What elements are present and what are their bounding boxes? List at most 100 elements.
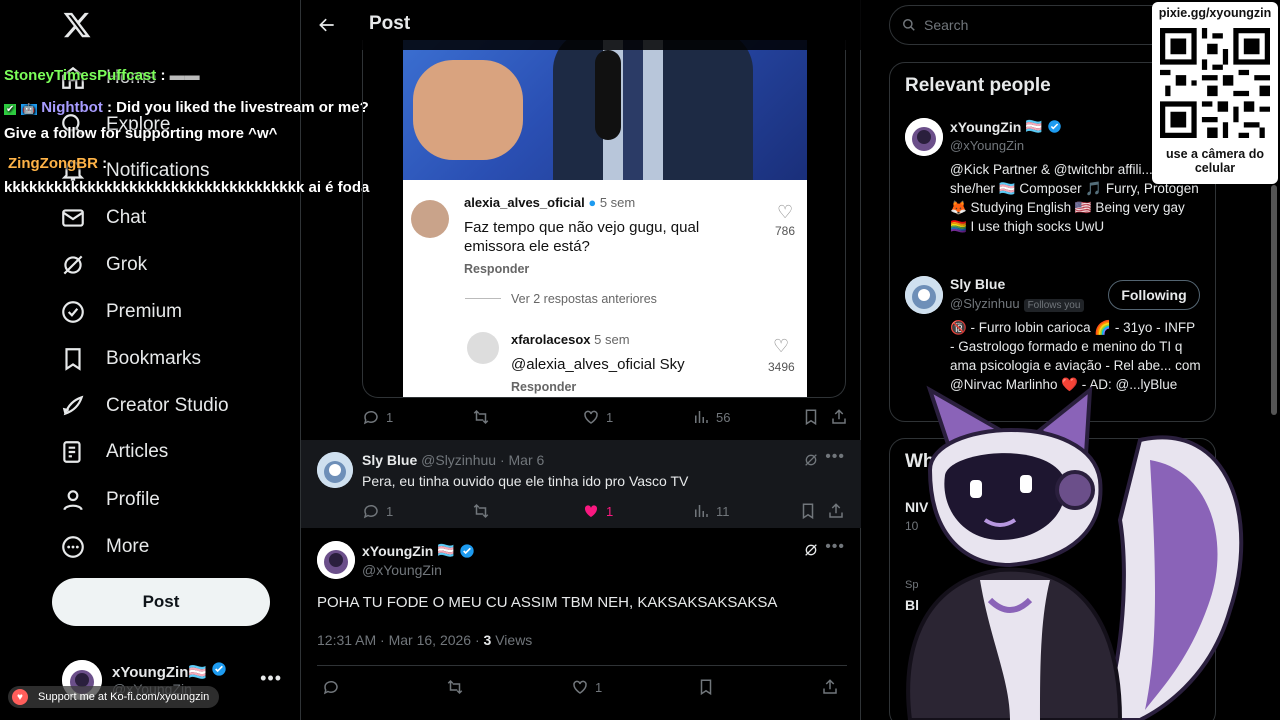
nav-premium[interactable]: Premium [60,292,182,332]
author-name[interactable]: Sly Blue [362,452,417,468]
search-icon [903,19,915,31]
views-button[interactable]: 56 [692,408,730,426]
nav-grok[interactable]: Grok [60,245,147,285]
heart-icon: ♡ [777,202,794,222]
bookmark-button[interactable] [802,408,820,426]
nav-profile[interactable]: Profile [60,480,160,520]
heart-icon: ♡ [773,336,790,356]
reply-button[interactable]: 1 [362,408,393,426]
nav-label: Chat [106,207,147,228]
scrollbar[interactable] [1271,185,1277,415]
repost-button[interactable] [446,678,464,696]
avatar[interactable] [317,452,353,488]
comment-avatar [467,332,499,364]
post-date[interactable]: · Mar 6 [500,452,544,468]
repost-button[interactable] [472,408,490,426]
chat-user: ZingZongBR [8,155,98,172]
grok-icon[interactable] [803,542,819,558]
bookmark-icon [805,409,817,426]
share-icon [832,409,846,424]
person-icon [63,490,83,511]
share-button[interactable] [830,408,848,426]
reply-button[interactable] [322,678,340,696]
post-actions: 1 1 56 [362,408,846,430]
nav-label: Bookmarks [106,348,202,369]
heart-icon [573,680,587,694]
avatar[interactable] [905,276,943,314]
chat-user: StoneyTimesPuffcast [4,67,157,84]
nav-creator-studio[interactable]: Creator Studio [60,386,229,426]
nav-articles[interactable]: Articles [60,432,168,472]
see-more-replies: Ver 2 respostas anteriores [511,292,657,306]
person-name[interactable]: xYoungZin 🏳️‍⚧️ [950,118,1062,135]
like-button[interactable]: 1 [582,502,613,520]
comment-reply-link: Responder [511,380,577,394]
heart-icon [584,410,598,424]
share-button[interactable] [827,502,845,520]
person-name[interactable]: Sly Blue [950,276,1005,292]
comment-reply-link: Responder [464,262,530,276]
grok-icon[interactable] [803,452,819,468]
bookmark-icon [802,503,814,520]
nav-more[interactable]: More [60,527,149,567]
reply-button[interactable]: 1 [362,502,393,520]
views-button[interactable]: 11 [692,502,730,520]
post-media-frame[interactable]: alexia_alves_oficial ● 5 sem Faz tempo q… [362,40,846,398]
post-media-image[interactable]: alexia_alves_oficial ● 5 sem Faz tempo q… [403,40,807,397]
reply-icon [323,680,338,695]
nav-label: Grok [106,254,148,275]
author-handle: @Slyzinhuu [421,452,497,468]
views-chart-icon [695,505,708,517]
verified-badge-icon [212,662,226,676]
share-icon [829,503,843,518]
post-actions: 1 [301,678,861,702]
nav-bookmarks[interactable]: Bookmarks [60,339,201,379]
avatar[interactable] [317,541,355,579]
bookmark-button[interactable] [697,678,715,696]
qr-overlay: pixie.gg/xyoungzin use a câmera do celul… [1152,2,1278,184]
heart-filled-icon [584,505,598,517]
verified-badge-icon [1047,120,1061,133]
qr-code-icon [1160,28,1270,138]
more-dots-icon[interactable]: ••• [825,538,845,556]
qr-url: pixie.gg/xyoungzin [1158,6,1272,20]
kofi-heart-icon: ♥ [12,689,28,705]
like-button[interactable]: 1 [571,678,602,696]
more-dots-icon[interactable]: ••• [260,668,282,689]
like-button[interactable]: 1 [582,408,613,426]
author-name[interactable]: xYoungZin 🏳️‍⚧️ [362,542,475,559]
views-chart-icon [695,411,708,423]
nav-label: More [106,536,150,557]
nav-chat[interactable]: Chat [60,198,146,238]
repost-button[interactable] [472,502,490,520]
follows-you-badge: Follows you [1023,299,1085,312]
comment-text: Faz tempo que não vejo gugu, qual emisso… [464,219,700,255]
comment-likes: 3496 [768,360,795,374]
search-input[interactable]: Search [889,5,1189,45]
nav-label: Premium [106,301,183,322]
post-text: POHA TU FODE O MEU CU ASSIM TBM NEH, KAK… [317,594,778,611]
post-meta: 12:31 AM · Mar 16, 2026 · 3 Views [317,632,533,648]
post-button[interactable]: Post [52,578,270,626]
back-arrow-icon[interactable] [317,15,337,35]
account-name: xYoungZin🏳️‍⚧️ [112,661,227,681]
avatar[interactable] [905,118,943,156]
x-logo-icon[interactable] [62,10,92,40]
search-placeholder: Search [924,17,969,33]
kofi-text: Support me at Ko-fi.com/xyoungzin [38,691,210,703]
share-icon [823,679,837,694]
comment-avatar [411,200,449,238]
comment-likes: 786 [775,224,796,238]
reply-post[interactable]: Sly Blue @Slyzinhuu · Mar 6 ••• Pera, eu… [301,440,861,528]
main-column: alexia_alves_oficial ● 5 sem Faz tempo q… [301,0,861,720]
nav-label: Articles [106,441,169,462]
more-dots-icon[interactable]: ••• [825,448,845,466]
focal-post: xYoungZin 🏳️‍⚧️ @xYoungZin ••• POHA TU FO… [301,528,861,720]
kofi-banner: ♥ Support me at Ko-fi.com/xyoungzin [8,686,220,708]
nav-label: Creator Studio [106,395,229,416]
premium-icon [62,301,84,323]
bookmark-button[interactable] [799,502,817,520]
following-button[interactable]: Following [1108,280,1200,310]
more-circle-icon [62,536,84,558]
share-button[interactable] [821,678,839,696]
